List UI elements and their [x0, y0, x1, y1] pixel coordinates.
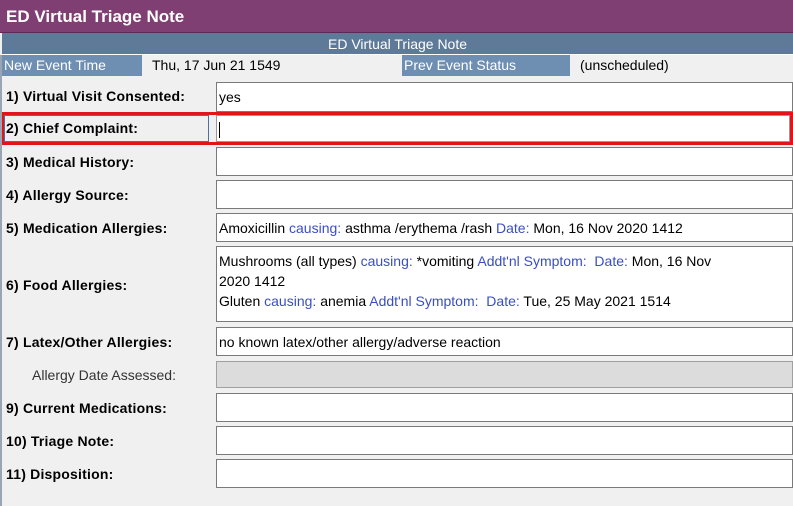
triage-note-field[interactable] — [216, 426, 793, 455]
causing-label: causing: — [289, 220, 342, 236]
allergy-source-field[interactable] — [216, 180, 793, 209]
chief-complaint-label: 2) Chief Complaint: — [6, 120, 139, 136]
date-label: Date: — [486, 293, 520, 309]
allergen-name: Amoxicillin — [219, 220, 286, 236]
date-value: Mon, 16 Nov 2020 1412 — [533, 220, 683, 236]
date-value-continued: 2020 1412 — [219, 273, 286, 289]
event-status-value: (unscheduled) — [570, 55, 793, 76]
disposition-label: 11) Disposition: — [6, 466, 114, 482]
allergy-source-label: 4) Allergy Source: — [6, 187, 129, 203]
latex-allergies-value: no known latex/other allergy/adverse rea… — [219, 334, 501, 350]
medication-allergies-field[interactable]: Amoxicillin causing: asthma /erythema /r… — [216, 213, 793, 242]
text-cursor — [219, 122, 220, 139]
current-medications-label: 9) Current Medications: — [6, 400, 167, 416]
current-medications-field[interactable] — [216, 393, 793, 422]
food-allergies-field[interactable]: Mushrooms (all types) causing: *vomiting… — [216, 246, 793, 322]
date-value: Tue, 25 May 2021 1514 — [523, 293, 671, 309]
virtual-visit-field[interactable]: yes — [216, 82, 793, 112]
allergy-date-assessed-field — [216, 361, 793, 388]
date-label: Date: — [594, 253, 628, 269]
allergen-name: Gluten — [219, 293, 261, 309]
allergen-name: Mushrooms (all types) — [219, 253, 357, 269]
event-time-label: New Event Time — [2, 55, 142, 76]
medication-allergies-label: 5) Medication Allergies: — [6, 220, 168, 236]
food-allergy-entry: Gluten causing: anemia Addt'nl Symptom: … — [219, 291, 792, 311]
virtual-visit-value: yes — [219, 89, 241, 105]
medical-history-field[interactable] — [216, 147, 793, 176]
chief-complaint-field[interactable] — [216, 115, 790, 142]
food-allergies-label: 6) Food Allergies: — [6, 277, 128, 293]
form-header: ED Virtual Triage Note — [2, 33, 793, 55]
causing-label: causing: — [264, 293, 317, 309]
virtual-visit-label: 1) Virtual Visit Consented: — [6, 88, 186, 104]
reaction-value: anemia — [320, 293, 367, 309]
food-allergy-entry: Mushrooms (all types) causing: *vomiting… — [219, 251, 792, 291]
reaction-value: asthma /erythema /rash — [345, 220, 493, 236]
latex-allergies-field[interactable]: no known latex/other allergy/adverse rea… — [216, 327, 793, 356]
causing-label: causing: — [360, 253, 413, 269]
window-title: ED Virtual Triage Note — [0, 0, 793, 33]
medical-history-label: 3) Medical History: — [6, 154, 135, 170]
triage-note-label: 10) Triage Note: — [6, 433, 115, 449]
disposition-field[interactable] — [216, 459, 793, 488]
reaction-value: *vomiting — [416, 253, 475, 269]
symptom-label: Addt'nl Symptom: — [369, 293, 479, 309]
event-time-value: Thu, 17 Jun 21 1549 — [142, 55, 402, 76]
date-value: Mon, 16 Nov — [631, 253, 712, 269]
latex-allergies-label: 7) Latex/Other Allergies: — [6, 334, 173, 350]
event-status-label: Prev Event Status — [402, 55, 570, 76]
allergy-date-assessed-label: Allergy Date Assessed: — [32, 367, 176, 383]
symptom-label: Addt'nl Symptom: — [477, 253, 587, 269]
date-label: Date: — [496, 220, 530, 236]
